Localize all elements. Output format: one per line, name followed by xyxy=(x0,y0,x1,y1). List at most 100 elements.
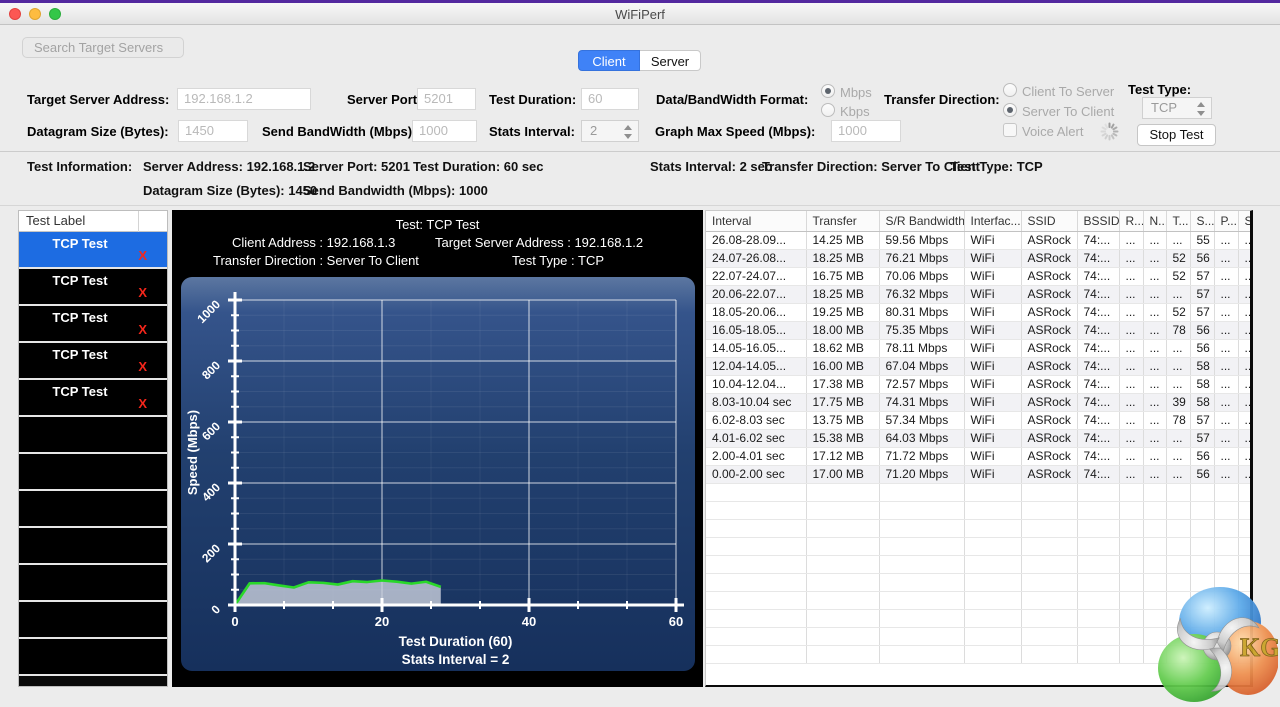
table-cell xyxy=(1143,537,1166,555)
table-column-header[interactable]: S. xyxy=(1238,211,1253,231)
client-to-server-radio[interactable] xyxy=(1003,83,1017,97)
table-row[interactable]: 14.05-16.05...18.62 MB78.11 MbpsWiFiASRo… xyxy=(706,339,1253,357)
table-column-header[interactable]: Interval xyxy=(706,211,806,231)
test-list-row[interactable] xyxy=(19,602,167,639)
table-cell: 78 xyxy=(1166,411,1190,429)
table-row[interactable]: 18.05-20.06...19.25 MB80.31 MbpsWiFiASRo… xyxy=(706,303,1253,321)
table-cell xyxy=(1119,537,1143,555)
voice-alert-checkbox[interactable] xyxy=(1003,123,1017,137)
table-row[interactable]: 2.00-4.01 sec17.12 MB71.72 MbpsWiFiASRoc… xyxy=(706,447,1253,465)
table-cell xyxy=(1077,537,1119,555)
table-cell xyxy=(706,483,806,501)
table-cell: ASRock xyxy=(1021,339,1077,357)
stats-interval-stepper[interactable]: 2 xyxy=(581,120,639,142)
table-cell: 80.31 Mbps xyxy=(879,303,964,321)
test-list-row[interactable]: TCP TestX xyxy=(19,306,167,343)
test-list-row[interactable]: TCP TestX xyxy=(19,380,167,417)
table-cell: ... xyxy=(1119,321,1143,339)
target-server-address-field[interactable]: 192.168.1.2 xyxy=(177,88,311,110)
table-column-header[interactable]: S... xyxy=(1190,211,1214,231)
table-cell xyxy=(1238,555,1253,573)
format-label: Data/BandWidth Format: xyxy=(656,92,808,107)
table-cell: ... xyxy=(1238,249,1253,267)
search-target-servers-button[interactable]: Search Target Servers xyxy=(22,37,184,58)
server-port-field[interactable]: 5201 xyxy=(417,88,476,110)
test-list-row[interactable]: TCP TestX xyxy=(19,269,167,306)
table-column-header[interactable]: P... xyxy=(1214,211,1238,231)
table-row[interactable]: 12.04-14.05...16.00 MB67.04 MbpsWiFiASRo… xyxy=(706,357,1253,375)
mbps-radio-label: Mbps xyxy=(840,85,872,100)
table-cell: ... xyxy=(1214,411,1238,429)
table-cell: ... xyxy=(1119,303,1143,321)
table-cell: ... xyxy=(1119,393,1143,411)
table-column-header[interactable]: SSID xyxy=(1021,211,1077,231)
delete-test-icon[interactable]: X xyxy=(138,359,147,374)
delete-test-icon[interactable]: X xyxy=(138,322,147,337)
table-row[interactable]: 4.01-6.02 sec15.38 MB64.03 MbpsWiFiASRoc… xyxy=(706,429,1253,447)
graph-max-speed-field[interactable]: 1000 xyxy=(831,120,901,142)
test-label: TCP Test xyxy=(19,236,141,251)
table-cell xyxy=(1077,519,1119,537)
test-list-row[interactable] xyxy=(19,454,167,491)
stop-test-button[interactable]: Stop Test xyxy=(1137,124,1216,146)
table-cell xyxy=(964,591,1021,609)
test-type-select[interactable]: TCP xyxy=(1142,97,1212,119)
chevron-up-down-icon xyxy=(1197,101,1206,117)
table-cell xyxy=(1143,519,1166,537)
table-column-header[interactable]: Interfac... xyxy=(964,211,1021,231)
mbps-radio[interactable] xyxy=(821,84,835,98)
tab-server[interactable]: Server xyxy=(640,50,701,71)
table-column-header[interactable]: N... xyxy=(1143,211,1166,231)
table-cell: ... xyxy=(1119,249,1143,267)
table-row[interactable]: 0.00-2.00 sec17.00 MB71.20 MbpsWiFiASRoc… xyxy=(706,465,1253,483)
test-label: TCP Test xyxy=(19,310,141,325)
table-row[interactable]: 22.07-24.07...16.75 MB70.06 MbpsWiFiASRo… xyxy=(706,267,1253,285)
radio-selected-dot xyxy=(825,88,831,94)
svg-text:0: 0 xyxy=(208,602,223,617)
test-list-row[interactable]: TCP TestX xyxy=(19,232,167,269)
table-cell xyxy=(964,519,1021,537)
test-list-row[interactable] xyxy=(19,491,167,528)
table-cell: ASRock xyxy=(1021,465,1077,483)
table-column-header[interactable]: BSSID xyxy=(1077,211,1119,231)
table-row[interactable]: 8.03-10.04 sec17.75 MB74.31 MbpsWiFiASRo… xyxy=(706,393,1253,411)
table-column-header[interactable]: T... xyxy=(1166,211,1190,231)
test-list-row[interactable] xyxy=(19,639,167,676)
titlebar: WiFiPerf xyxy=(0,3,1280,25)
table-column-header[interactable]: Transfer xyxy=(806,211,879,231)
table-cell: ... xyxy=(1143,393,1166,411)
test-list-row[interactable] xyxy=(19,565,167,602)
table-row[interactable]: 24.07-26.08...18.25 MB76.21 MbpsWiFiASRo… xyxy=(706,249,1253,267)
table-column-header[interactable]: R... xyxy=(1119,211,1143,231)
table-row[interactable]: 6.02-8.03 sec13.75 MB57.34 MbpsWiFiASRoc… xyxy=(706,411,1253,429)
table-cell: 74:... xyxy=(1077,411,1119,429)
table-column-header[interactable]: S/R Bandwidth xyxy=(879,211,964,231)
stats-interval-label: Stats Interval: xyxy=(489,124,575,139)
table-cell: ... xyxy=(1143,465,1166,483)
test-list-header[interactable]: Test Label xyxy=(19,211,167,232)
table-cell xyxy=(1190,555,1214,573)
table-cell xyxy=(1021,537,1077,555)
delete-test-icon[interactable]: X xyxy=(138,248,147,263)
send-bandwidth-field[interactable]: 1000 xyxy=(412,120,477,142)
table-cell: 8.03-10.04 sec xyxy=(706,393,806,411)
svg-text:1000: 1000 xyxy=(194,297,223,326)
server-to-client-radio[interactable] xyxy=(1003,103,1017,117)
table-row[interactable]: 16.05-18.05...18.00 MB75.35 MbpsWiFiASRo… xyxy=(706,321,1253,339)
test-duration-field[interactable]: 60 xyxy=(581,88,639,110)
tab-client[interactable]: Client xyxy=(578,50,640,71)
kbps-radio[interactable] xyxy=(821,103,835,117)
table-cell: ... xyxy=(1238,339,1253,357)
table-row[interactable]: 20.06-22.07...18.25 MB76.32 MbpsWiFiASRo… xyxy=(706,285,1253,303)
test-list-row[interactable]: TCP TestX xyxy=(19,343,167,380)
delete-test-icon[interactable]: X xyxy=(138,285,147,300)
table-row[interactable]: 10.04-12.04...17.38 MB72.57 MbpsWiFiASRo… xyxy=(706,375,1253,393)
table-cell: 57 xyxy=(1190,285,1214,303)
delete-test-icon[interactable]: X xyxy=(138,396,147,411)
table-cell xyxy=(1077,483,1119,501)
test-list-row[interactable] xyxy=(19,417,167,454)
datagram-size-field[interactable]: 1450 xyxy=(178,120,248,142)
table-cell: ... xyxy=(1214,465,1238,483)
table-row[interactable]: 26.08-28.09...14.25 MB59.56 MbpsWiFiASRo… xyxy=(706,231,1253,249)
test-list-row[interactable] xyxy=(19,528,167,565)
